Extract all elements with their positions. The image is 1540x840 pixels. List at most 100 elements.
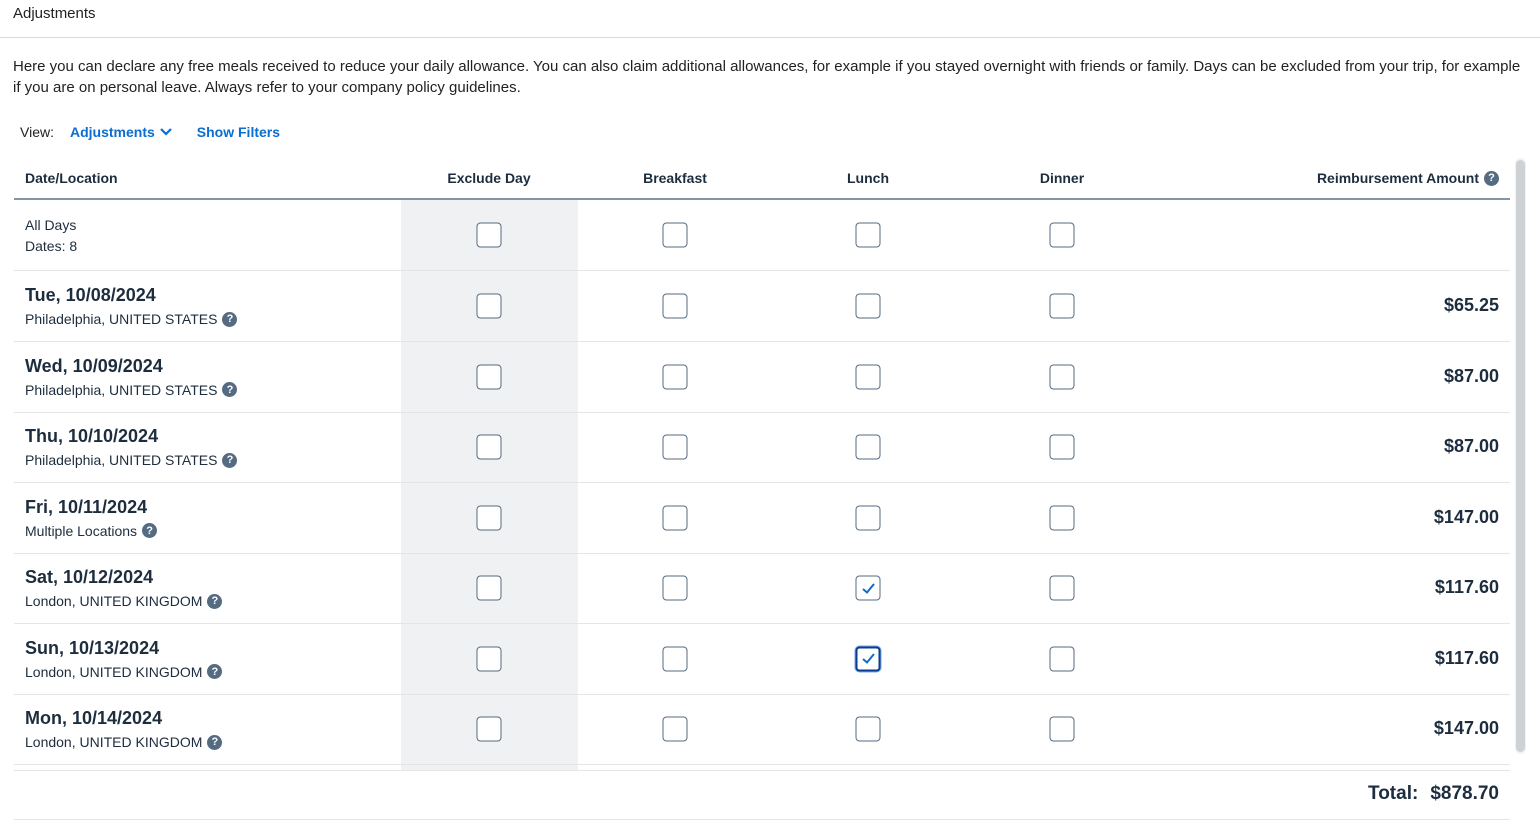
dinner-checkbox[interactable]	[1049, 575, 1075, 601]
col-lunch: Lunch	[847, 170, 889, 186]
dinner-checkbox[interactable]	[1049, 716, 1075, 742]
adjustments-table: Date/Location Exclude Day Breakfast Lunc…	[14, 158, 1510, 770]
row-location: Philadelphia, UNITED STATES?	[25, 381, 238, 398]
table-row: Wed, 10/09/2024 Philadelphia, UNITED STAT…	[14, 342, 1510, 413]
table-row: Tue, 10/08/2024 Philadelphia, UNITED STAT…	[14, 271, 1510, 342]
dinner-checkbox[interactable]	[1049, 646, 1075, 671]
breakfast-checkbox[interactable]	[662, 646, 688, 671]
reimbursement-amount: $87.00	[1443, 436, 1499, 456]
row-date: Wed, 10/09/2024	[25, 355, 163, 376]
table-row: Sun, 10/13/2024 London, UNITED KINGDOM? $1…	[14, 624, 1510, 695]
question-circle-icon[interactable]: ?	[207, 593, 223, 609]
table-row: Mon, 10/14/2024 London, UNITED KINGDOM? $1…	[14, 694, 1510, 765]
all-days-lunch-checkbox[interactable]	[855, 222, 881, 248]
row-location: London, UNITED KINGDOM?	[25, 593, 223, 609]
row-location-text: London, UNITED KINGDOM	[25, 663, 203, 680]
all-days-dinner-checkbox[interactable]	[1049, 222, 1075, 248]
table-row: Thu, 10/10/2024 Philadelphia, UNITED STAT…	[14, 412, 1510, 483]
col-reimbursement: Reimbursement Amount ?	[1317, 170, 1499, 186]
all-days-dates: Dates: 8	[25, 238, 78, 254]
lunch-checkbox[interactable]	[855, 293, 881, 319]
checkmark-icon	[861, 582, 875, 594]
total-label: Total:	[1368, 783, 1419, 804]
page-header: Adjustments	[0, 0, 1540, 38]
reimbursement-amount: $87.00	[1443, 365, 1499, 386]
intro-text: Here you can declare any free meals rece…	[13, 58, 1521, 96]
row-date: Thu, 10/10/2024	[25, 426, 159, 446]
lunch-checkbox[interactable]	[855, 716, 881, 742]
table-footer: Total: $878.70	[14, 770, 1510, 820]
question-circle-icon[interactable]: ?	[207, 734, 223, 750]
question-circle-icon[interactable]: ?	[222, 311, 238, 327]
dinner-checkbox[interactable]	[1049, 505, 1075, 530]
all-days-label: All Days	[25, 217, 77, 233]
row-location: Philadelphia, UNITED STATES?	[25, 452, 238, 468]
dinner-checkbox[interactable]	[1049, 434, 1075, 460]
exclude-checkbox[interactable]	[476, 716, 502, 742]
exclude-checkbox[interactable]	[476, 505, 502, 530]
vertical-scrollbar[interactable]	[1515, 158, 1526, 754]
lunch-checkbox[interactable]	[855, 575, 881, 601]
page-title: Adjustments	[13, 5, 96, 22]
row-location: London, UNITED KINGDOM?	[25, 663, 223, 680]
dinner-checkbox[interactable]	[1049, 364, 1075, 389]
exclude-checkbox[interactable]	[476, 364, 502, 389]
view-dropdown-label: Adjustments	[69, 124, 155, 140]
breakfast-checkbox[interactable]	[662, 434, 688, 460]
col-exclude-day: Exclude Day	[447, 170, 531, 186]
col-reimbursement-label: Reimbursement Amount	[1316, 170, 1479, 186]
question-circle-icon[interactable]: ?	[1484, 170, 1499, 186]
row-date: Fri, 10/11/2024	[25, 496, 148, 517]
reimbursement-amount: $147.00	[1433, 718, 1499, 738]
breakfast-checkbox[interactable]	[662, 575, 688, 601]
table-row: Fri, 10/11/2024 Multiple Locations? $147.0…	[14, 483, 1510, 554]
row-date: Tue, 10/08/2024	[25, 285, 156, 305]
all-days-exclude-checkbox[interactable]	[476, 222, 502, 248]
total-amount: Total: $878.70	[1368, 783, 1499, 805]
col-dinner: Dinner	[1039, 170, 1085, 186]
row-location-text: Multiple Locations	[25, 522, 138, 539]
lunch-checkbox[interactable]	[855, 434, 881, 460]
question-circle-icon[interactable]: ?	[142, 523, 158, 538]
question-circle-icon[interactable]: ?	[222, 452, 238, 468]
table-row-all-days: All Days Dates: 8	[14, 200, 1510, 271]
row-location-text: London, UNITED KINGDOM	[25, 734, 203, 750]
scrollbar-thumb[interactable]	[1516, 160, 1525, 752]
chevron-down-icon	[160, 128, 172, 136]
view-label: View:	[20, 124, 54, 140]
table-header: Date/Location Exclude Day Breakfast Lunc…	[14, 158, 1510, 200]
question-circle-icon[interactable]: ?	[222, 382, 238, 397]
row-location-text: Philadelphia, UNITED STATES	[25, 311, 218, 327]
breakfast-checkbox[interactable]	[662, 505, 688, 530]
question-circle-icon[interactable]: ?	[207, 664, 223, 679]
lunch-checkbox[interactable]	[855, 505, 881, 530]
row-location-text: Philadelphia, UNITED STATES	[25, 452, 218, 468]
row-location: Philadelphia, UNITED STATES?	[25, 311, 238, 327]
show-filters-link[interactable]: Show Filters	[197, 124, 280, 140]
breakfast-checkbox[interactable]	[662, 364, 688, 389]
exclude-checkbox[interactable]	[476, 434, 502, 460]
all-days-breakfast-checkbox[interactable]	[662, 222, 688, 248]
breakfast-checkbox[interactable]	[662, 716, 688, 742]
exclude-checkbox[interactable]	[476, 646, 502, 671]
row-date: Sun, 10/13/2024	[25, 637, 160, 658]
total-value: $878.70	[1430, 783, 1499, 804]
row-location-text: London, UNITED KINGDOM	[25, 593, 203, 609]
row-date: Sat, 10/12/2024	[25, 567, 154, 587]
col-date-location: Date/Location	[25, 170, 118, 186]
exclude-checkbox[interactable]	[476, 575, 502, 601]
reimbursement-amount: $147.00	[1433, 506, 1499, 527]
exclude-checkbox[interactable]	[476, 293, 502, 319]
row-location-text: Philadelphia, UNITED STATES	[25, 381, 218, 398]
breakfast-checkbox[interactable]	[662, 293, 688, 319]
view-dropdown[interactable]: Adjustments	[70, 124, 173, 140]
lunch-checkbox[interactable]	[855, 646, 881, 671]
row-location: Multiple Locations?	[25, 522, 158, 539]
reimbursement-amount: $65.25	[1443, 295, 1499, 315]
checkmark-icon	[861, 653, 875, 664]
dinner-checkbox[interactable]	[1049, 293, 1075, 319]
reimbursement-amount: $117.60	[1434, 577, 1499, 597]
col-breakfast: Breakfast	[643, 170, 707, 186]
lunch-checkbox[interactable]	[855, 364, 881, 389]
reimbursement-amount: $117.60	[1434, 647, 1499, 668]
